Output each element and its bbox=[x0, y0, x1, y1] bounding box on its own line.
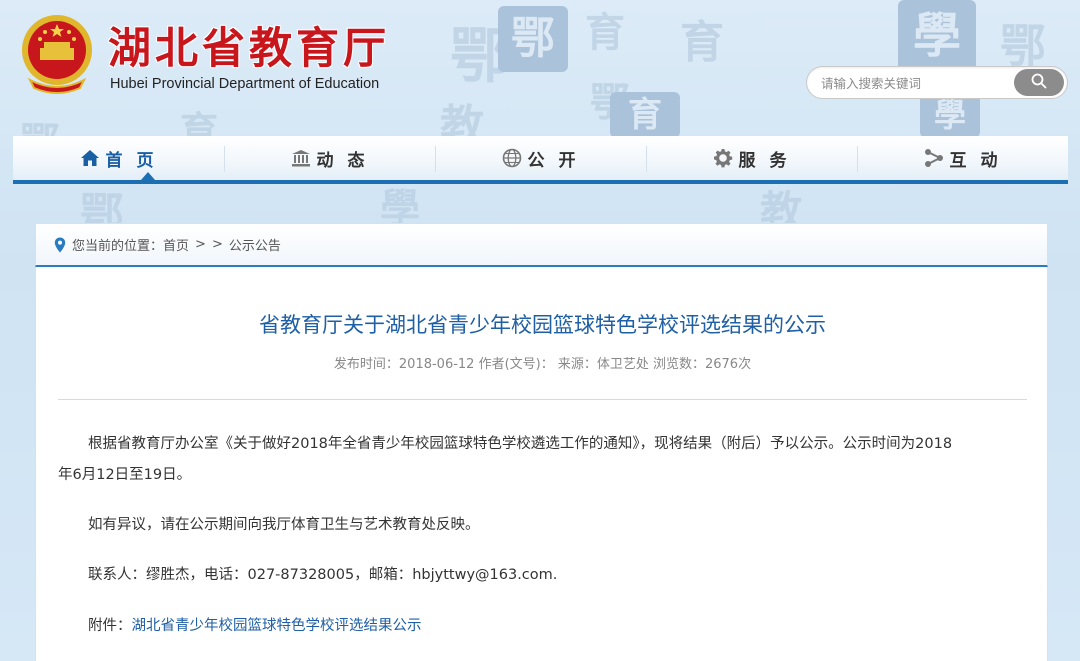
globe-icon bbox=[502, 148, 521, 168]
attachment-link[interactable]: 湖北省青少年校园篮球特色学校评选结果公示 bbox=[132, 618, 422, 634]
paragraph-text: 根据省教育厅办公室《关于做好2018年全省青少年校园篮球特色学校遴选工作的通知》… bbox=[88, 436, 953, 452]
attachment-label: 附件： bbox=[88, 618, 132, 634]
nav-item-public[interactable]: 公 开 bbox=[435, 136, 646, 180]
article-panel: 省教育厅关于湖北省青少年校园篮球特色学校评选结果的公示 发布时间：2018-06… bbox=[35, 267, 1048, 661]
nav-item-news[interactable]: 动 态 bbox=[224, 136, 435, 180]
article-divider bbox=[58, 399, 1027, 400]
main-nav: 首 页 动 态 公 开 服 务 互 动 bbox=[13, 136, 1068, 184]
nav-item-label: 互 动 bbox=[949, 150, 1002, 171]
nav-item-label: 动 态 bbox=[316, 150, 369, 171]
nav-item-label: 首 页 bbox=[105, 150, 158, 171]
breadcrumb-home-link[interactable]: 首页 bbox=[163, 235, 189, 254]
gear-icon bbox=[713, 149, 732, 168]
site-title: 湖北省教育厅 bbox=[108, 24, 390, 74]
search-input[interactable] bbox=[821, 73, 1011, 93]
article-paragraph: 如有异议，请在公示期间向我厅体育卫生与艺术教育处反映。 bbox=[58, 510, 1033, 541]
building-icon bbox=[291, 150, 310, 167]
breadcrumb: 您当前的位置： 首页 > > 公示公告 bbox=[35, 223, 1048, 267]
breadcrumb-separator: > bbox=[211, 237, 223, 252]
article-meta: 发布时间：2018-06-12 作者(文号)： 来源：体卫艺处 浏览数：2676… bbox=[333, 357, 752, 372]
attachment-paragraph: 附件：湖北省青少年校园篮球特色学校评选结果公示 bbox=[58, 611, 1033, 642]
home-icon bbox=[80, 150, 99, 166]
nav-item-service[interactable]: 服 务 bbox=[646, 136, 857, 180]
paragraph-text: 如有异议，请在公示期间向我厅体育卫生与艺术教育处反映。 bbox=[88, 517, 480, 533]
nav-item-label: 服 务 bbox=[738, 150, 791, 171]
search-box bbox=[806, 66, 1068, 99]
nav-item-home[interactable]: 首 页 bbox=[13, 136, 224, 180]
location-pin-icon bbox=[54, 237, 66, 252]
paragraph-text: 年6月12日至19日。 bbox=[58, 467, 192, 483]
contact-text: 联系人：缪胜杰，电话：027-87328005，邮箱：hbjyttwy@163.… bbox=[88, 567, 558, 583]
site-subtitle: Hubei Provincial Department of Education bbox=[110, 76, 380, 92]
active-nav-indicator bbox=[141, 172, 155, 180]
nav-item-interaction[interactable]: 互 动 bbox=[857, 136, 1068, 180]
breadcrumb-current[interactable]: 公示公告 bbox=[229, 235, 281, 254]
article-title: 省教育厅关于湖北省青少年校园篮球特色学校评选结果的公示 bbox=[259, 313, 826, 337]
nav-item-label: 公 开 bbox=[527, 150, 580, 171]
search-button[interactable] bbox=[1014, 69, 1064, 96]
breadcrumb-prefix: 您当前的位置： bbox=[72, 239, 164, 254]
share-icon bbox=[924, 149, 943, 167]
site-header: 湖北省教育厅 Hubei Provincial Department of Ed… bbox=[0, 0, 1080, 135]
article-paragraph: 根据省教育厅办公室《关于做好2018年全省青少年校园篮球特色学校遴选工作的通知》… bbox=[58, 429, 1033, 491]
search-icon bbox=[1031, 73, 1047, 89]
national-emblem-icon bbox=[22, 15, 92, 94]
contact-paragraph: 联系人：缪胜杰，电话：027-87328005，邮箱：hbjyttwy@163.… bbox=[58, 560, 1033, 591]
breadcrumb-separator: > bbox=[195, 237, 206, 252]
background-calligraphy: 學 bbox=[380, 185, 420, 230]
